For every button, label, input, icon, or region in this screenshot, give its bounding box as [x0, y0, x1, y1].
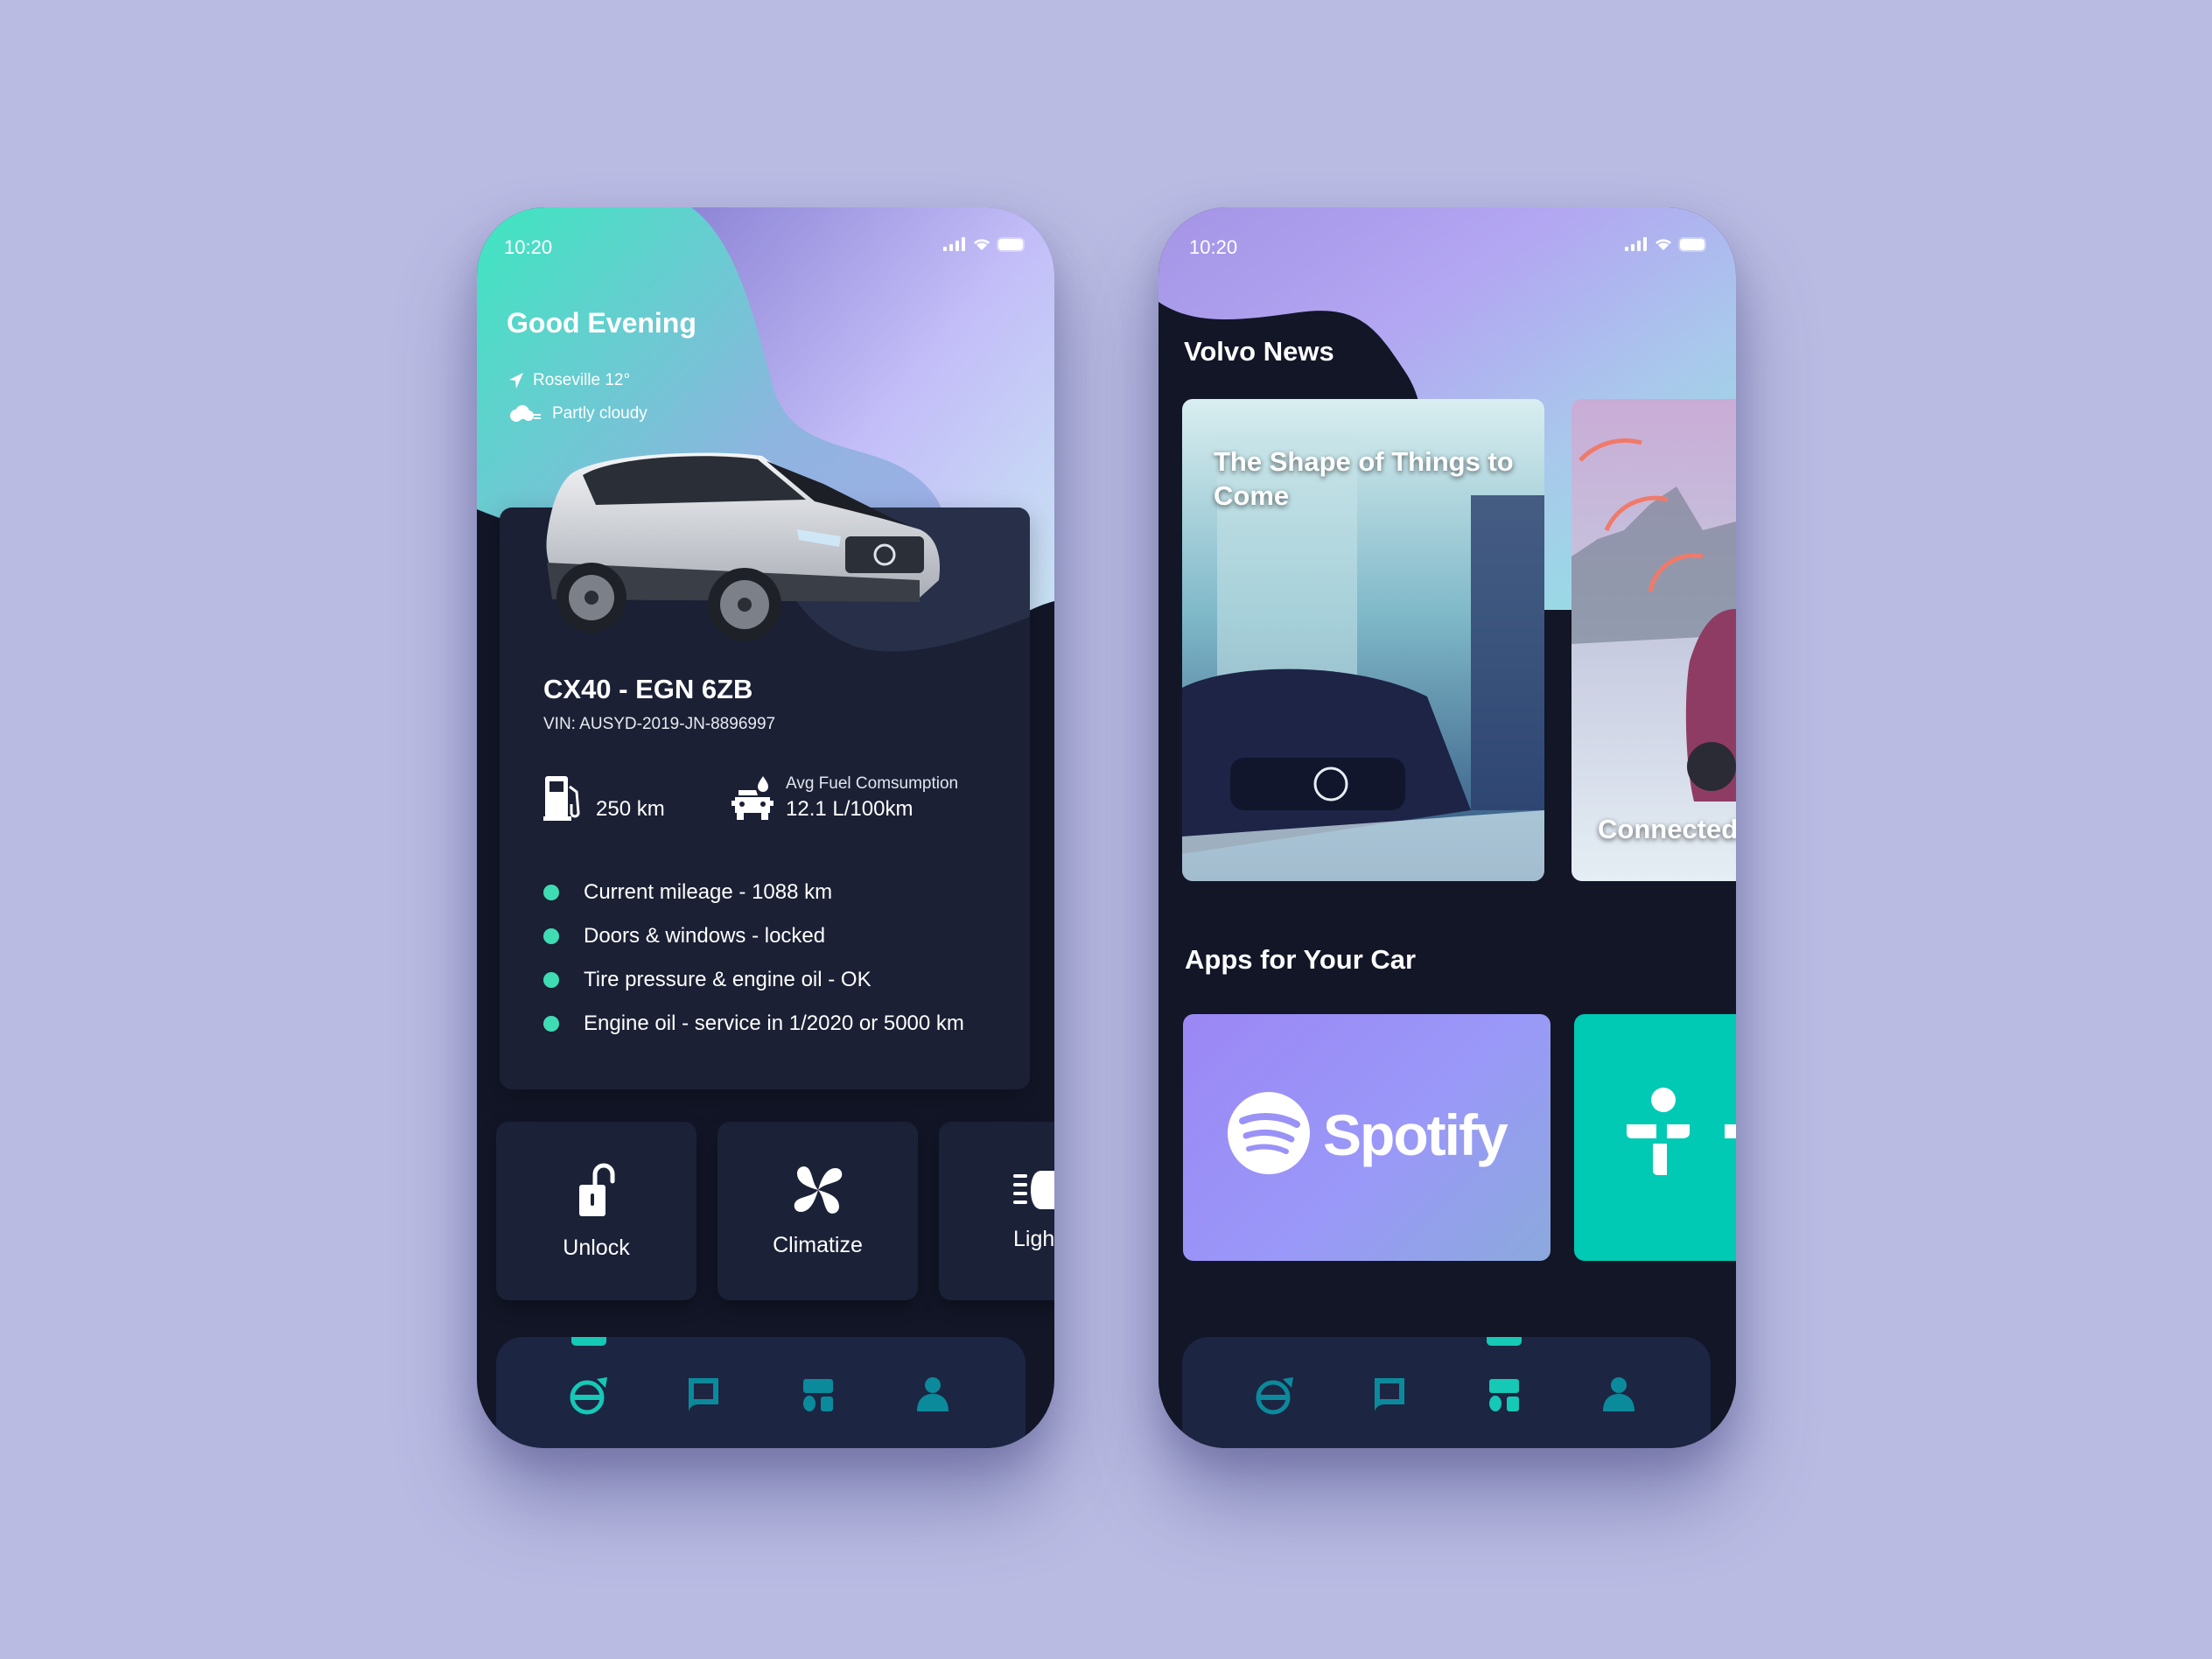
cellular-signal-icon [943, 237, 965, 251]
climatize-button[interactable]: Climatize [718, 1122, 918, 1300]
news-section-title: Volvo News [1184, 336, 1334, 367]
nav-tab-profile[interactable] [1584, 1368, 1654, 1421]
partly-cloudy-icon [510, 405, 541, 422]
nav-tab-car[interactable] [1240, 1368, 1310, 1421]
car-fuel-icon [732, 776, 774, 820]
fuel-consumption: Avg Fuel Comsumption 12.1 L/100km [732, 774, 958, 822]
phone-home-screen: 10:20 Good Evening Roseville 12° Partly … [477, 207, 1054, 1448]
fuel-pump-icon [543, 776, 580, 821]
fuel-stats: 250 km Avg Fuel Comsumption 12.1 L/100km [543, 774, 958, 822]
quick-actions: Unlock Climatize Lights [496, 1122, 1054, 1300]
vehicle-status-list: Current mileage - 1088 km Doors & window… [543, 871, 964, 1046]
weather-condition: Partly cloudy [508, 404, 648, 424]
fuel-consumption-label: Avg Fuel Comsumption [786, 774, 959, 793]
nav-tab-profile[interactable] [898, 1368, 968, 1421]
person-icon [1602, 1377, 1634, 1411]
news-card[interactable]: The Shape of Things to Come [1182, 399, 1544, 881]
status-ok-dot [543, 1016, 559, 1032]
dashboard-icon [803, 1379, 834, 1411]
bottom-navigation [496, 1337, 1026, 1448]
status-item: Tire pressure & engine oil - OK [543, 958, 964, 1002]
vehicle-title: CX40 - EGN 6ZB [543, 674, 753, 704]
apps-section-title: Apps for Your Car [1185, 944, 1417, 975]
weather-condition-text: Partly cloudy [552, 404, 648, 423]
status-ok-dot [543, 928, 559, 944]
status-time: 10:20 [1189, 236, 1238, 258]
status-ok-dot [543, 885, 559, 900]
status-bar: 10:20 [1158, 207, 1736, 277]
battery-icon [998, 238, 1023, 250]
app-card-tunein[interactable] [1574, 1014, 1736, 1261]
status-ok-dot [543, 972, 559, 988]
app-card-spotify[interactable]: Spotify [1183, 1014, 1550, 1261]
weather-location: Roseville 12° [508, 371, 630, 390]
dashboard-icon [1488, 1379, 1519, 1411]
status-item: Engine oil - service in 1/2020 or 5000 k… [543, 1002, 964, 1046]
active-tab-indicator [1486, 1337, 1522, 1346]
status-bar: 10:20 [477, 207, 1054, 277]
unlock-button[interactable]: Unlock [496, 1122, 696, 1300]
cellular-signal-icon [1625, 237, 1647, 251]
news-image-connected-car [1572, 399, 1736, 881]
status-item: Current mileage - 1088 km [543, 871, 964, 914]
news-card-title: The Shape of Things to Come [1214, 446, 1514, 511]
status-time: 10:20 [504, 236, 553, 258]
fuel-range: 250 km [543, 774, 732, 822]
nav-tab-car[interactable] [554, 1337, 624, 1421]
chat-icon [688, 1378, 718, 1411]
spotify-logo-icon [1228, 1092, 1310, 1174]
spotify-wordmark: Spotify [1323, 1102, 1508, 1167]
fuel-consumption-value: 12.1 L/100km [786, 797, 914, 821]
person-icon [917, 1377, 949, 1411]
news-card-title: Connected [1598, 814, 1736, 844]
nav-tab-messages[interactable] [668, 1368, 738, 1421]
volvo-logo-icon [1256, 1377, 1293, 1415]
unlock-icon [578, 1163, 614, 1216]
fan-icon [794, 1166, 842, 1214]
chat-icon [1374, 1378, 1404, 1411]
status-item: Doors & windows - locked [543, 914, 964, 958]
climatize-label: Climatize [773, 1232, 863, 1257]
vehicle-image [546, 452, 941, 641]
vehicle-vin: VIN: AUSYD-2019-JN-8896997 [543, 715, 776, 733]
bottom-navigation [1182, 1337, 1711, 1448]
battery-icon [1680, 238, 1704, 250]
unlock-label: Unlock [563, 1235, 630, 1260]
wifi-icon [1656, 239, 1671, 250]
volvo-logo-icon [570, 1377, 607, 1415]
tunein-logo-icon [1627, 1088, 1736, 1175]
greeting-heading: Good Evening [507, 307, 696, 339]
location-arrow-icon [509, 373, 523, 388]
wifi-icon [974, 239, 990, 250]
headlight-icon [1013, 1170, 1054, 1209]
nav-tab-discover[interactable] [783, 1368, 853, 1421]
lights-label: Lights [1013, 1226, 1054, 1251]
lights-button[interactable]: Lights [939, 1122, 1054, 1300]
fuel-range-value: 250 km [596, 797, 665, 821]
phone-discover-screen: 10:20 Volvo News The Shape of Things to … [1158, 207, 1736, 1448]
nav-tab-messages[interactable] [1354, 1368, 1424, 1421]
nav-tab-discover[interactable] [1469, 1337, 1539, 1421]
active-tab-indicator [570, 1337, 606, 1346]
news-card[interactable]: Connected [1572, 399, 1736, 881]
weather-location-text: Roseville 12° [533, 371, 631, 389]
